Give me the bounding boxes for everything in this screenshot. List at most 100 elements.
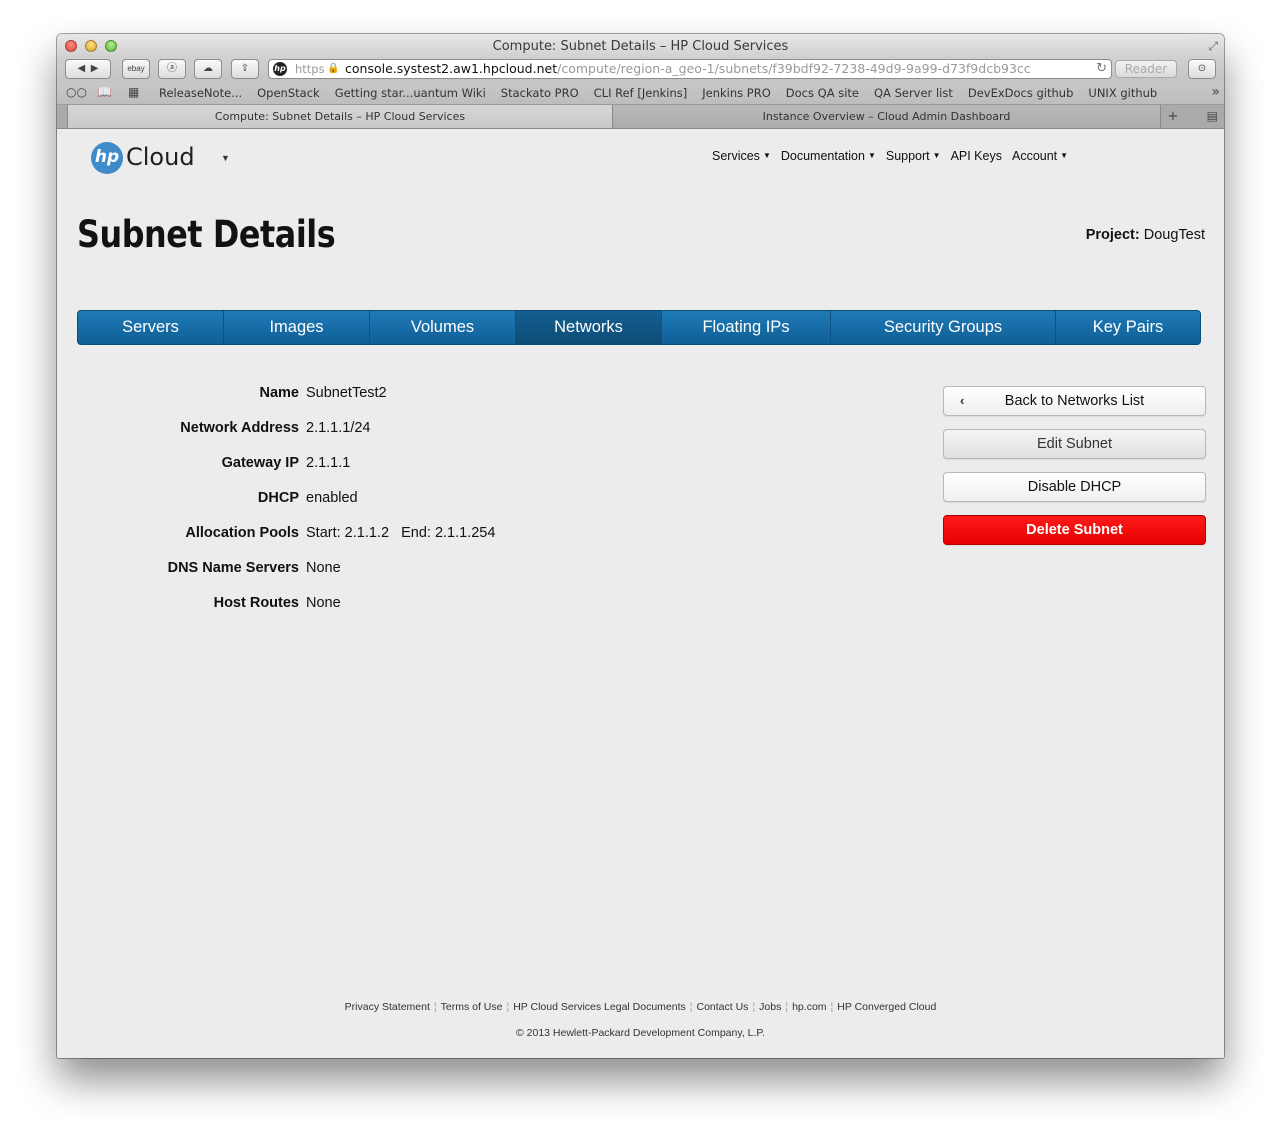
bookmark-item[interactable]: Stackato PRO — [501, 86, 579, 100]
detail-value: 2.1.1.1/24 — [306, 420, 371, 436]
detail-label: Gateway IP — [221, 455, 299, 471]
cloud-icon[interactable]: ☁ — [194, 59, 222, 79]
main-nav-tab[interactable]: Security Groups — [831, 311, 1056, 344]
dropdown-caret-icon: ▼ — [932, 151, 941, 160]
footer-link[interactable]: Jobs — [759, 1001, 781, 1013]
footer-separator: ¦ — [785, 1001, 789, 1013]
reading-list-icon[interactable]: ○○ — [66, 85, 87, 99]
project-label: Project: — [1085, 227, 1140, 243]
tab-overview-icon[interactable]: ▤ — [1207, 105, 1218, 128]
footer-link[interactable]: Privacy Statement — [345, 1001, 430, 1013]
hp-logo-badge: hp — [91, 142, 123, 174]
url-path: /compute/region-a_geo-1/subnets/f39bdf92… — [557, 61, 1031, 76]
bookmark-item[interactable]: QA Server list — [874, 86, 953, 100]
detail-label: Allocation Pools — [185, 525, 299, 541]
page-content: hp Cloud ▼ Services ▼ Documentation ▼ Suppor… — [57, 129, 1224, 1058]
ebay-extension-button[interactable]: ebay — [122, 59, 150, 79]
bookmark-item[interactable]: OpenStack — [257, 86, 320, 100]
main-nav-tab[interactable]: Floating IPs — [662, 311, 831, 344]
detail-value: SubnetTest2 — [306, 385, 387, 401]
reader-button[interactable]: Reader — [1115, 60, 1177, 78]
forward-arrow-icon[interactable]: ▶ — [91, 63, 99, 74]
back-forward-buttons[interactable]: ◀ ▶ — [65, 59, 111, 79]
amazon-extension-icon[interactable]: ⓐ — [158, 59, 186, 79]
dropdown-caret-icon: ▼ — [1060, 151, 1069, 160]
detail-value: None — [306, 595, 341, 611]
tab-instance-overview[interactable]: Instance Overview – Cloud Admin Dashboar… — [613, 105, 1161, 128]
bookmarks-list: ReleaseNote... OpenStack Getting star...ua… — [159, 86, 1172, 100]
detail-label: Name — [259, 385, 300, 401]
main-nav-tab[interactable]: Servers — [78, 311, 224, 344]
footer-link[interactable]: HP Converged Cloud — [837, 1001, 936, 1013]
delete-subnet-button[interactable]: Delete Subnet — [943, 515, 1206, 545]
top-nav-label: Support — [885, 149, 930, 163]
back-to-networks-button[interactable]: ‹ Back to Networks List — [943, 386, 1206, 416]
share-icon[interactable]: ⇪ — [231, 59, 259, 79]
window-title: Compute: Subnet Details – HP Cloud Servi… — [492, 39, 789, 54]
top-nav-label: Documentation — [780, 149, 865, 163]
top-nav-label: API Keys — [950, 149, 1002, 163]
page-title: Subnet Details — [77, 213, 336, 256]
footer-link[interactable]: hp.com — [792, 1001, 826, 1013]
top-nav-label: Services — [712, 149, 760, 163]
logo-dropdown-caret-icon[interactable]: ▼ — [221, 153, 230, 163]
chevron-left-icon: ‹ — [960, 393, 965, 408]
footer-link[interactable]: Terms of Use — [441, 1001, 503, 1013]
detail-value: enabled — [306, 490, 358, 506]
dropdown-caret-icon: ▼ — [867, 151, 876, 160]
top-nav-item[interactable]: Account ▼ — [1012, 149, 1068, 163]
downloads-icon[interactable]: ⊙ — [1188, 59, 1216, 79]
title-bar: Compute: Subnet Details – HP Cloud Servi… — [57, 34, 1224, 58]
top-nav-label: Account — [1011, 149, 1058, 163]
detail-value: None — [306, 560, 341, 576]
new-tab-plus-icon[interactable]: + — [1161, 105, 1185, 128]
top-nav-item[interactable]: Support ▼ — [886, 149, 941, 163]
project-name: DougTest — [1143, 227, 1205, 243]
browser-toolbar: ◀ ▶ ebay ⓐ ☁ ⇪ hp https 🔒 console.systes… — [57, 58, 1224, 82]
detail-value: Start: 2.1.1.2 End: 2.1.1.254 — [306, 525, 496, 541]
tab-bar: Compute: Subnet Details – HP Cloud Servi… — [57, 105, 1224, 129]
footer-link[interactable]: Contact Us — [697, 1001, 749, 1013]
reload-icon[interactable]: ↻ — [1096, 60, 1107, 78]
detail-label: Network Address — [180, 420, 299, 436]
main-nav-tab[interactable]: Images — [224, 311, 370, 344]
footer-copyright: © 2013 Hewlett-Packard Development Compa… — [516, 1027, 765, 1039]
tab-subnet-details[interactable]: Compute: Subnet Details – HP Cloud Servi… — [67, 105, 613, 128]
footer-separator: ¦ — [506, 1001, 510, 1013]
browser-window: Compute: Subnet Details – HP Cloud Servi… — [57, 34, 1224, 1058]
bookmark-item[interactable]: Getting star...uantum Wiki — [335, 86, 486, 100]
top-nav-item[interactable]: API Keys — [951, 149, 1002, 163]
bookmark-item[interactable]: Jenkins PRO — [702, 86, 771, 100]
main-nav-tab[interactable]: Volumes — [370, 311, 516, 344]
lock-icon: 🔒 — [327, 63, 340, 74]
edit-subnet-button[interactable]: Edit Subnet — [943, 429, 1206, 459]
footer-separator: ¦ — [752, 1001, 756, 1013]
footer-links: Privacy Statement ¦ Terms of Use ¦ HP Cloud … — [57, 1001, 1224, 1013]
footer-separator: ¦ — [830, 1001, 834, 1013]
back-arrow-icon[interactable]: ◀ — [78, 63, 86, 74]
disable-dhcp-button[interactable]: Disable DHCP — [943, 472, 1206, 502]
bookmark-item[interactable]: DevExDocs github — [968, 86, 1074, 100]
footer-link[interactable]: HP Cloud Services Legal Documents — [513, 1001, 686, 1013]
bookmark-item[interactable]: ReleaseNote... — [159, 86, 242, 100]
detail-label: Host Routes — [213, 595, 299, 611]
back-to-networks-label: Back to Networks List — [1004, 393, 1145, 409]
top-nav-item[interactable]: Services ▼ — [712, 149, 771, 163]
project-indicator: Project: DougTest — [1086, 227, 1205, 243]
address-bar[interactable]: hp https 🔒 console.systest2.aw1.hpcloud.… — [268, 59, 1112, 79]
main-nav-tab[interactable]: Key Pairs — [1056, 311, 1200, 344]
bookmarks-bar: ○○ 📖 ▦ ReleaseNote... OpenStack Getting st… — [57, 82, 1224, 105]
bookmarks-book-icon[interactable]: 📖 — [97, 85, 112, 99]
main-nav-tab[interactable]: Networks — [516, 311, 662, 344]
footer-separator: ¦ — [433, 1001, 437, 1013]
url-text: console.systest2.aw1.hpcloud.net/compute… — [345, 60, 1031, 78]
top-sites-grid-icon[interactable]: ▦ — [128, 85, 139, 99]
top-navigation: Services ▼ Documentation ▼ Support ▼ API Keys A… — [712, 149, 1078, 163]
footer-separator: ¦ — [689, 1001, 693, 1013]
bookmark-item[interactable]: CLI Ref [Jenkins] — [594, 86, 688, 100]
bookmark-item[interactable]: UNIX github — [1088, 86, 1157, 100]
bookmark-item[interactable]: Docs QA site — [786, 86, 859, 100]
top-nav-item[interactable]: Documentation ▼ — [781, 149, 876, 163]
more-bookmarks-chevron-icon[interactable]: » — [1211, 84, 1220, 100]
fullscreen-icon[interactable]: ⤢ — [1208, 39, 1218, 54]
